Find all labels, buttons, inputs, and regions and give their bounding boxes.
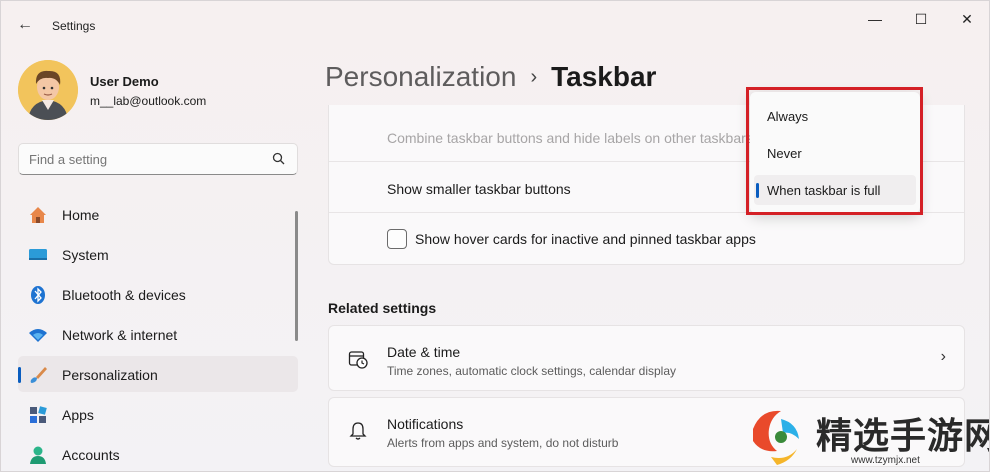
close-button[interactable]: ✕ xyxy=(947,9,987,29)
brush-icon xyxy=(28,365,48,385)
sidebar-item-label: Network & internet xyxy=(62,327,178,343)
sidebar-item-label: Bluetooth & devices xyxy=(62,287,186,303)
user-name: User Demo xyxy=(90,74,159,89)
date-time-link[interactable]: Date & time Time zones, automatic clock … xyxy=(328,325,965,391)
sidebar-item-label: Accounts xyxy=(62,447,120,463)
page-title: Taskbar xyxy=(551,61,657,92)
apps-icon xyxy=(28,405,48,425)
notifications-description: Alerts from apps and system, do not dist… xyxy=(387,436,619,450)
notifications-title: Notifications xyxy=(387,416,464,432)
minimize-icon: — xyxy=(868,11,882,27)
close-icon: ✕ xyxy=(961,10,973,27)
sidebar-scrollbar[interactable] xyxy=(295,211,298,341)
bell-icon xyxy=(347,420,369,442)
chevron-right-icon: › xyxy=(940,348,946,365)
sidebar-item-bluetooth[interactable]: Bluetooth & devices xyxy=(18,276,298,312)
maximize-icon: ☐ xyxy=(914,10,928,27)
sidebar-item-label: Personalization xyxy=(62,367,158,383)
app-title: Settings xyxy=(52,19,96,33)
search-icon[interactable] xyxy=(272,152,285,168)
sidebar-item-personalization[interactable]: Personalization xyxy=(18,356,298,392)
search-box[interactable] xyxy=(18,143,298,175)
sidebar-item-apps[interactable]: Apps xyxy=(18,396,298,432)
minimize-button[interactable]: — xyxy=(855,9,895,29)
back-button[interactable]: ← xyxy=(11,13,39,37)
watermark-url: www.tzymjx.net xyxy=(851,455,920,466)
arrow-left-icon: ← xyxy=(17,16,33,33)
sidebar-item-label: Apps xyxy=(62,407,94,423)
watermark-text: 精选手游网 xyxy=(816,415,990,456)
clock-calendar-icon xyxy=(347,348,369,370)
watermark: 精选手游网 www.tzymjx.net xyxy=(741,399,989,469)
smaller-buttons-label: Show smaller taskbar buttons xyxy=(387,181,571,197)
sidebar-item-network[interactable]: Network & internet xyxy=(18,316,298,352)
settings-window: ← Settings — ☐ ✕ User Demo m__lab@outloo… xyxy=(0,0,990,472)
sidebar-item-label: System xyxy=(62,247,109,263)
user-email: m__lab@outlook.com xyxy=(90,94,207,108)
sidebar-nav: Home System Bluetooth & devices Network … xyxy=(18,196,298,471)
maximize-button[interactable]: ☐ xyxy=(901,9,941,29)
related-settings-heading: Related settings xyxy=(328,300,437,316)
hover-cards-checkbox[interactable] xyxy=(387,229,407,249)
system-icon xyxy=(28,245,48,265)
bluetooth-icon xyxy=(28,285,48,305)
sidebar-item-label: Home xyxy=(62,207,100,223)
wifi-icon xyxy=(28,325,48,345)
accounts-icon xyxy=(28,445,48,465)
breadcrumb: Personalization › Taskbar xyxy=(325,61,656,93)
date-time-title: Date & time xyxy=(387,344,461,360)
hover-cards-label[interactable]: Show hover cards for inactive and pinned… xyxy=(415,231,756,247)
breadcrumb-parent[interactable]: Personalization xyxy=(325,61,516,92)
avatar[interactable] xyxy=(18,60,78,120)
breadcrumb-separator-icon: › xyxy=(530,66,538,88)
selection-indicator xyxy=(18,367,21,383)
user-avatar-icon xyxy=(18,60,78,120)
sidebar-item-accounts[interactable]: Accounts xyxy=(18,436,298,471)
watermark-logo-icon xyxy=(753,410,799,465)
sidebar-item-system[interactable]: System xyxy=(18,236,298,272)
red-highlight-box xyxy=(746,87,923,215)
sidebar-item-home[interactable]: Home xyxy=(18,196,298,232)
title-bar: ← Settings — ☐ ✕ xyxy=(1,1,989,47)
search-input[interactable] xyxy=(29,152,259,167)
home-icon xyxy=(28,205,48,225)
combine-other-taskbars-label: Combine taskbar buttons and hide labels … xyxy=(387,130,753,146)
date-time-description: Time zones, automatic clock settings, ca… xyxy=(387,364,677,378)
